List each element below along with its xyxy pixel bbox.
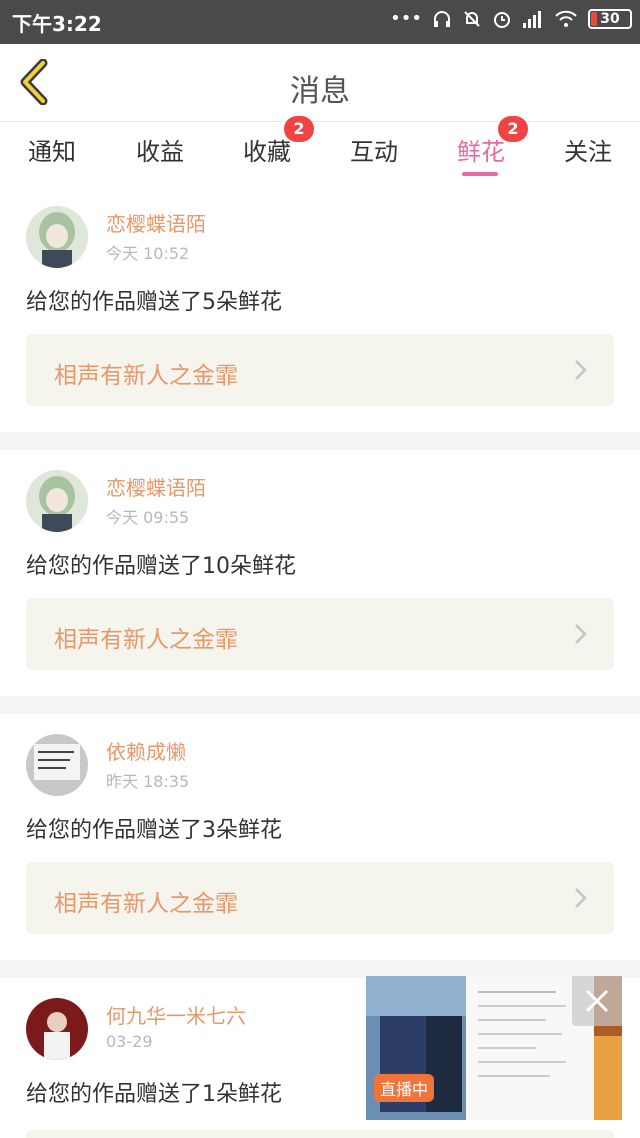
work-title: 相声有新人之金霏 [54,363,238,389]
tab-label: 互动 [350,138,398,166]
live-video-overlay[interactable]: 直播中 [366,976,622,1120]
mute-bell-icon [464,10,480,27]
status-time: 下午3:22 [12,12,102,36]
message-card: 恋樱蝶语陌 今天 09:55 给您的作品赠送了10朵鲜花 相声有新人之金霏 [0,450,640,696]
status-bar: 下午3:22 ••• 30 [0,0,640,44]
message-card: 依赖成懒 昨天 18:35 给您的作品赠送了3朵鲜花 相声有新人之金霏 [0,714,640,960]
tab-notifications[interactable]: 通知 [0,132,107,167]
sender-name[interactable]: 何九华一米七六 [106,1000,246,1029]
close-overlay-button[interactable] [572,976,622,1026]
message-time: 今天 10:52 [106,244,190,263]
work-link[interactable]: 相声有新人之金霏 [26,598,614,670]
wifi-icon [555,10,577,27]
tab-label: 收益 [136,138,184,166]
avatar[interactable] [26,470,88,532]
headphones-icon [434,10,450,27]
unread-badge: 2 [284,116,314,142]
avatar[interactable] [26,734,88,796]
chevron-right-icon [575,360,587,380]
page-title: 消息 [290,74,350,109]
chevron-right-icon [575,888,587,908]
unread-badge: 2 [498,116,528,142]
tab-following[interactable]: 关注 [533,132,640,167]
sender-name[interactable]: 依赖成懒 [106,736,186,765]
work-title: 相声有新人之金霏 [54,891,238,917]
message-time: 昨天 18:35 [106,772,190,791]
battery-level: 30 [600,10,620,27]
nav-bar: 消息 [0,44,640,122]
tab-interactions[interactable]: 互动 [319,132,429,167]
battery-icon: 30 [588,8,632,29]
close-icon [585,989,609,1013]
live-badge: 直播中 [374,1074,435,1102]
tab-flowers[interactable]: 鲜花 2 [426,116,536,176]
message-card: 恋樱蝶语陌 今天 10:52 给您的作品赠送了5朵鲜花 相声有新人之金霏 [0,186,640,432]
work-link[interactable] [26,1130,614,1138]
message-text: 给您的作品赠送了3朵鲜花 [26,818,282,843]
more-dots-icon: ••• [390,8,422,29]
work-title: 相声有新人之金霏 [54,627,238,653]
sender-name[interactable]: 恋樱蝶语陌 [106,208,206,237]
message-text: 给您的作品赠送了5朵鲜花 [26,290,282,315]
message-time: 03-29 [106,1032,153,1051]
tab-bar: 通知 收益 收藏 2 互动 鲜花 2 关注 [0,116,640,186]
avatar[interactable] [26,998,88,1060]
tab-label: 鲜花 [457,138,505,166]
tab-earnings[interactable]: 收益 [105,132,215,167]
active-tab-indicator [462,172,498,176]
tab-label: 通知 [28,138,76,166]
tab-label: 收藏 [243,138,291,166]
status-icons: ••• 30 [390,8,632,29]
sender-name[interactable]: 恋樱蝶语陌 [106,472,206,501]
signal-icon [523,10,541,28]
message-time: 今天 09:55 [106,508,190,527]
tab-favorites[interactable]: 收藏 2 [212,116,322,167]
message-text: 给您的作品赠送了10朵鲜花 [26,554,296,579]
tab-label: 关注 [564,138,612,166]
work-link[interactable]: 相声有新人之金霏 [26,862,614,934]
alarm-icon [494,11,510,28]
work-link[interactable]: 相声有新人之金霏 [26,334,614,406]
avatar[interactable] [26,206,88,268]
message-text: 给您的作品赠送了1朵鲜花 [26,1082,282,1107]
chevron-right-icon [575,624,587,644]
